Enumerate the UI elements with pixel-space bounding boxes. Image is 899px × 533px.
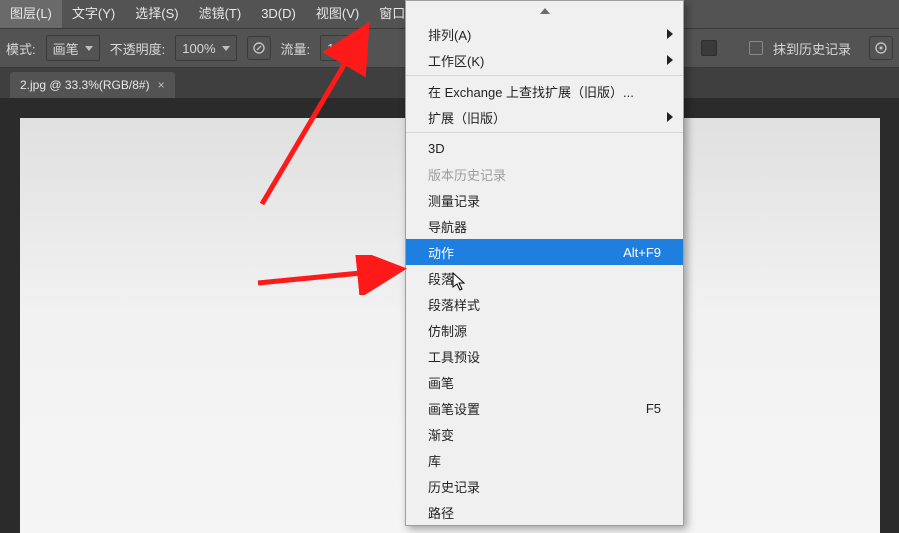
menu-separator bbox=[406, 75, 683, 76]
mountain-silhouette bbox=[260, 528, 640, 533]
menu-item[interactable]: 路径 bbox=[406, 499, 683, 525]
menu-item-label: 在 Exchange 上查找扩展（旧版）... bbox=[428, 82, 634, 101]
menu-item-shortcut: F5 bbox=[646, 401, 661, 416]
opacity-value: 100% bbox=[182, 41, 215, 56]
menu-item-label: 画笔 bbox=[428, 373, 454, 392]
mode-label: 模式: bbox=[6, 39, 36, 58]
menu-item-label: 排列(A) bbox=[428, 25, 471, 44]
menu-item[interactable]: 段落样式 bbox=[406, 291, 683, 317]
menu-item-label: 渐变 bbox=[428, 425, 454, 444]
chevron-down-icon bbox=[222, 46, 230, 51]
menu-item[interactable]: 扩展（旧版） bbox=[406, 104, 683, 130]
erase-history-label: 抹到历史记录 bbox=[773, 39, 851, 58]
menu-item[interactable]: 渐变 bbox=[406, 421, 683, 447]
menu-item[interactable]: 3D bbox=[406, 135, 683, 161]
pressure-opacity-icon[interactable] bbox=[247, 36, 271, 60]
menu-item[interactable]: 工具预设 bbox=[406, 343, 683, 369]
menu-item-label: 库 bbox=[428, 451, 441, 470]
menu-item-label: 扩展（旧版） bbox=[428, 108, 506, 127]
submenu-arrow-icon bbox=[667, 112, 673, 122]
menu-item[interactable]: 仿制源 bbox=[406, 317, 683, 343]
menu-type[interactable]: 文字(Y) bbox=[62, 0, 125, 28]
chevron-down-icon bbox=[85, 46, 93, 51]
erase-history-checkbox[interactable] bbox=[749, 41, 763, 55]
mode-dropdown[interactable]: 画笔 bbox=[46, 35, 100, 61]
menu-item-label: 历史记录 bbox=[428, 477, 480, 496]
document-tab-title: 2.jpg @ 33.3%(RGB/8#) bbox=[20, 78, 150, 92]
menu-item-label: 路径 bbox=[428, 503, 454, 522]
opacity-label: 不透明度: bbox=[110, 39, 166, 58]
menu-item[interactable]: 历史记录 bbox=[406, 473, 683, 499]
window-menu-dropdown: 排列(A) 工作区(K) 在 Exchange 上查找扩展（旧版）... 扩展（旧版）… bbox=[405, 0, 684, 526]
menu-item-label: 测量记录 bbox=[428, 191, 480, 210]
menu-scroll-up[interactable] bbox=[406, 1, 683, 21]
menu-item[interactable]: 库 bbox=[406, 447, 683, 473]
menu-item-label: 画笔设置 bbox=[428, 399, 480, 418]
menu-item[interactable]: 工作区(K) bbox=[406, 47, 683, 73]
document-tab[interactable]: 2.jpg @ 33.3%(RGB/8#) × bbox=[10, 72, 175, 98]
toolbar-square-icon[interactable] bbox=[701, 40, 717, 56]
menu-3d[interactable]: 3D(D) bbox=[251, 0, 306, 28]
menu-item[interactable]: 画笔 bbox=[406, 369, 683, 395]
menu-item-label: 工具预设 bbox=[428, 347, 480, 366]
menu-item[interactable]: 测量记录 bbox=[406, 187, 683, 213]
flow-value: 100% bbox=[327, 41, 360, 56]
menu-item[interactable]: 在 Exchange 上查找扩展（旧版）... bbox=[406, 78, 683, 104]
submenu-arrow-icon bbox=[667, 55, 673, 65]
menu-item[interactable]: 段落 bbox=[406, 265, 683, 291]
flow-field[interactable]: 100% bbox=[320, 35, 367, 61]
menu-item-label: 段落 bbox=[428, 269, 454, 288]
flow-label: 流量: bbox=[281, 39, 311, 58]
submenu-arrow-icon bbox=[667, 29, 673, 39]
menu-item-label: 3D bbox=[428, 141, 445, 156]
opacity-field[interactable]: 100% bbox=[175, 35, 236, 61]
menu-item-label: 仿制源 bbox=[428, 321, 467, 340]
chevron-up-icon bbox=[540, 8, 550, 14]
close-icon[interactable]: × bbox=[158, 78, 165, 92]
menu-item[interactable]: 画笔设置 F5 bbox=[406, 395, 683, 421]
pressure-size-icon[interactable] bbox=[869, 36, 893, 60]
menu-item: 版本历史记录 bbox=[406, 161, 683, 187]
menu-item[interactable]: 动作 Alt+F9 bbox=[406, 239, 683, 265]
menu-item-label: 动作 bbox=[428, 243, 454, 262]
menu-item-label: 版本历史记录 bbox=[428, 165, 506, 184]
menu-filter[interactable]: 滤镜(T) bbox=[189, 0, 252, 28]
menu-item-label: 导航器 bbox=[428, 217, 467, 236]
menu-layer[interactable]: 图层(L) bbox=[0, 0, 62, 28]
menu-item-shortcut: Alt+F9 bbox=[623, 245, 661, 260]
menu-item[interactable]: 排列(A) bbox=[406, 21, 683, 47]
mode-value: 画笔 bbox=[53, 39, 79, 58]
menu-item-label: 段落样式 bbox=[428, 295, 480, 314]
menu-item-label: 工作区(K) bbox=[428, 51, 484, 70]
menu-select[interactable]: 选择(S) bbox=[125, 0, 188, 28]
menu-separator bbox=[406, 132, 683, 133]
menu-view[interactable]: 视图(V) bbox=[306, 0, 369, 28]
menu-item[interactable]: 导航器 bbox=[406, 213, 683, 239]
